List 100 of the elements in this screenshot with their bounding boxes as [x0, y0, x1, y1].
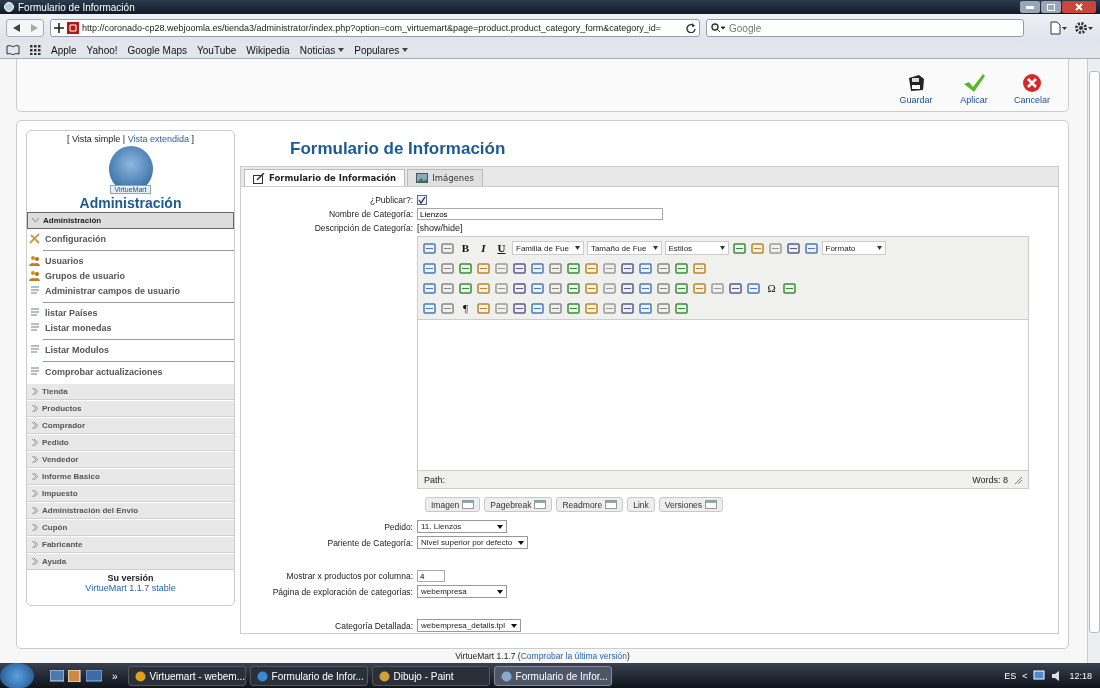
tool-icon[interactable]: [782, 280, 797, 296]
tool-icon[interactable]: [638, 260, 653, 276]
format-button[interactable]: I: [476, 240, 491, 256]
menu-item[interactable]: Usuarios: [29, 253, 84, 269]
tool-icon[interactable]: [638, 300, 653, 316]
bookmark-link[interactable]: Noticias: [299, 44, 345, 56]
tool-icon[interactable]: [620, 260, 635, 276]
clock[interactable]: 12:18: [1069, 671, 1092, 681]
toolbar-button[interactable]: Guardar: [897, 73, 934, 106]
tool-icon[interactable]: [476, 300, 491, 316]
taskbar-button[interactable]: Dibujo - Paint: [371, 666, 490, 686]
tool-icon[interactable]: [584, 280, 599, 296]
tool-icon[interactable]: [512, 300, 527, 316]
menu-section-header[interactable]: Administración del Envío: [27, 502, 234, 520]
tool-icon[interactable]: [440, 280, 455, 296]
editor-button[interactable]: Link: [627, 497, 655, 513]
tool-icon[interactable]: [494, 260, 509, 276]
menu-item[interactable]: listar Países: [29, 305, 98, 321]
tool-icon[interactable]: [584, 260, 599, 276]
taskbar-button[interactable]: Formulario de Infor...: [249, 666, 368, 686]
text-field[interactable]: 4: [417, 570, 445, 583]
menu-item[interactable]: Listar monedas: [29, 320, 112, 336]
format-dropdown[interactable]: Tamaño de Fue: [586, 241, 662, 256]
format-dropdown[interactable]: Estilos: [664, 241, 729, 256]
tool-icon[interactable]: [476, 260, 491, 276]
publish-checkbox[interactable]: [417, 195, 427, 206]
tool-icon[interactable]: [674, 260, 689, 276]
tool-icon[interactable]: [512, 260, 527, 276]
tool-icon[interactable]: [620, 300, 635, 316]
tool-icon[interactable]: [476, 280, 491, 296]
select-dropdown[interactable]: 11. Lienzos: [417, 520, 507, 534]
bookmark-link[interactable]: Wikipedia: [246, 44, 290, 56]
tool-icon[interactable]: [566, 300, 581, 316]
tool-icon[interactable]: [731, 240, 747, 256]
tool-icon[interactable]: [440, 260, 455, 276]
tool-icon[interactable]: [566, 280, 581, 296]
tool-icon[interactable]: [530, 300, 545, 316]
tool-icon[interactable]: [512, 280, 527, 296]
tool-icon[interactable]: [728, 280, 743, 296]
bookmark-link[interactable]: Google Maps: [127, 44, 187, 56]
menu-item[interactable]: Comprobar actualizaciones: [29, 364, 163, 380]
tool-icon[interactable]: [548, 280, 563, 296]
editor-button[interactable]: Versiones: [658, 497, 724, 513]
tool-icon[interactable]: [602, 300, 617, 316]
bookmark-link[interactable]: Apple: [51, 44, 77, 56]
format-dropdown[interactable]: Formato: [821, 241, 886, 256]
tab[interactable]: Imágenes: [407, 169, 483, 187]
scrollbar[interactable]: [1087, 59, 1100, 663]
menu-item[interactable]: Listar Modulos: [29, 342, 109, 358]
network-icon[interactable]: [1033, 670, 1046, 682]
tool-icon[interactable]: [602, 260, 617, 276]
tool-icon[interactable]: [674, 300, 689, 316]
tool-icon[interactable]: [530, 260, 545, 276]
show-hide-link[interactable]: [show/hide]: [417, 223, 463, 234]
menu-section-header[interactable]: Administración: [27, 212, 234, 230]
version-link[interactable]: VirtueMart 1.1.7 stable: [85, 583, 176, 594]
menu-section-header[interactable]: Productos: [27, 400, 234, 418]
tool-icon[interactable]: [656, 260, 671, 276]
tool-icon[interactable]: [422, 260, 437, 276]
tool-icon[interactable]: [548, 260, 563, 276]
menu-section-header[interactable]: Informe Basico: [27, 468, 234, 486]
toolbar-button[interactable]: Aplicar: [955, 73, 992, 106]
extended-view-link[interactable]: Vista extendida: [127, 134, 190, 145]
resize-grip-icon[interactable]: [1014, 475, 1022, 484]
toolbar-button[interactable]: Cancelar: [1013, 73, 1050, 106]
editor-button[interactable]: Imagen: [425, 497, 481, 513]
maximize-button[interactable]: [1041, 1, 1061, 13]
tool-icon[interactable]: [602, 280, 617, 296]
minimize-button[interactable]: [1020, 1, 1040, 13]
format-button[interactable]: U: [494, 240, 509, 256]
tool-icon[interactable]: [767, 240, 783, 256]
tool-icon[interactable]: [458, 280, 473, 296]
format-button[interactable]: Ω: [764, 280, 779, 296]
more-button[interactable]: »: [112, 670, 118, 682]
tool-icon[interactable]: [548, 300, 563, 316]
text-field[interactable]: Lienzos: [417, 208, 663, 221]
format-button[interactable]: ¶: [458, 300, 473, 316]
menu-section-header[interactable]: Vendedor: [27, 451, 234, 469]
tool-icon[interactable]: [458, 260, 473, 276]
format-button[interactable]: B: [458, 240, 473, 256]
close-button[interactable]: [1062, 1, 1096, 13]
menu-section-header[interactable]: Comprador: [27, 417, 234, 435]
tool-icon[interactable]: [620, 280, 635, 296]
language-indicator[interactable]: ES: [1004, 671, 1017, 681]
tool-icon[interactable]: [422, 280, 437, 296]
tool-icon[interactable]: [710, 280, 725, 296]
search-field[interactable]: Google: [706, 19, 1024, 37]
tool-icon[interactable]: [494, 300, 509, 316]
menu-item[interactable]: Configuración: [29, 231, 106, 247]
editor-button[interactable]: Pagebreak: [484, 497, 553, 513]
editor-button[interactable]: Readmore: [556, 497, 624, 513]
menu-item[interactable]: Administrar campos de usuario: [29, 283, 181, 299]
menu-section-header[interactable]: Pedido: [27, 434, 234, 452]
select-dropdown[interactable]: webempresa_details.tpl: [417, 619, 522, 633]
open-book-icon[interactable]: [6, 45, 20, 55]
tab[interactable]: Formulario de Información: [244, 169, 406, 187]
page-menu-icon[interactable]: [1050, 21, 1068, 35]
tool-icon[interactable]: [692, 280, 707, 296]
taskbar-button[interactable]: Virtuemart - webem...: [127, 666, 246, 686]
address-bar[interactable]: http://coronado-cp28.webjoomla.es/tienda3/administrator/index.php?option=com_virtuemart&page=product.product_category_form&category_id=: [50, 19, 700, 37]
